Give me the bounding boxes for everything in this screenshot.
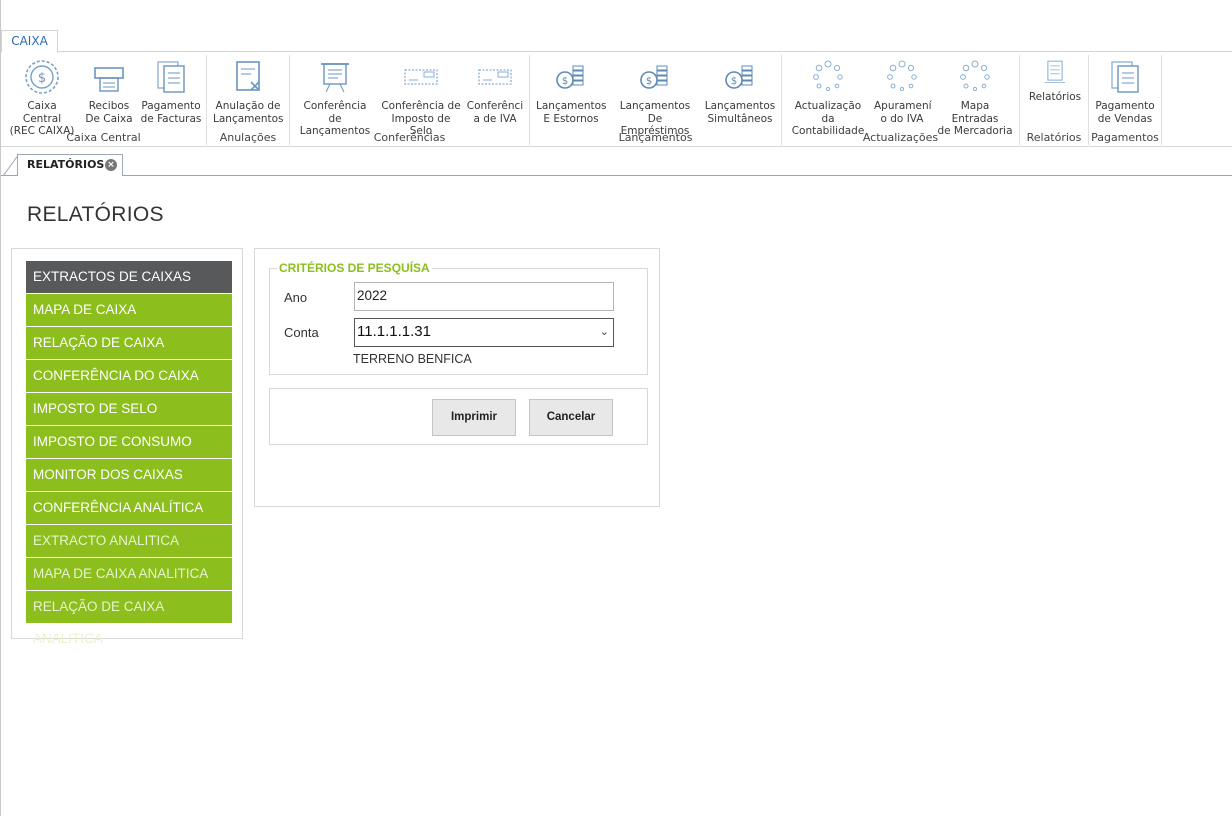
- pagamento-de-facturas-button[interactable]: Pagamento de Facturas: [139, 58, 203, 125]
- menu-item-relacao-de-caixa[interactable]: RELAÇÃO DE CAIXA: [26, 327, 232, 359]
- svg-text:$: $: [562, 76, 568, 87]
- report-document-icon: [1044, 60, 1066, 83]
- conta-label: Conta: [284, 325, 319, 340]
- ribbon-group-actualizacoes: Actualização da Contabilidade Apuramení …: [782, 55, 1020, 145]
- tab-relatorios-label: RELATÓRIOS: [27, 158, 105, 171]
- page-title: RELATÓRIOS: [27, 203, 164, 226]
- group-label-lancamentos: Lançamentos: [618, 131, 693, 144]
- ribbon-group-relatorios: Relatórios Relatórios: [1020, 55, 1089, 145]
- imprimir-button[interactable]: Imprimir: [432, 399, 516, 436]
- group-label-conferencias: Conferências: [373, 131, 446, 144]
- presentation-board-icon: [321, 63, 349, 93]
- group-label-pagamentos: Pagamentos: [1091, 131, 1159, 144]
- conferencia-imposto-de-selo-button[interactable]: Conferência de Imposto de Selo: [380, 58, 462, 138]
- mapa-entradas-de-mercadoria-button[interactable]: Mapa Entradas de Mercadoria: [936, 58, 1014, 138]
- apuramento-do-iva-button[interactable]: Apuramení o do IVA: [874, 58, 932, 125]
- anulacao-de-lancamentos-button[interactable]: Anulação de Lançamentos: [213, 58, 284, 125]
- relatorios-button[interactable]: Relatórios: [1024, 58, 1086, 104]
- menu-item-extracto-analitica[interactable]: EXTRACTO ANALITICA: [26, 525, 232, 557]
- chevron-down-icon: ⌄: [599, 326, 609, 338]
- menu-item-monitor-dos-caixas[interactable]: MONITOR DOS CAIXAS: [26, 459, 232, 491]
- criteria-fieldset: CRITÉRIOS DE PESQUÍSA Ano 2022 Conta 11.…: [269, 261, 648, 375]
- close-icon[interactable]: ×: [105, 159, 117, 171]
- pagamento-de-vendas-button[interactable]: Pagamento de Vendas: [1093, 58, 1157, 125]
- lancamentos-simultaneos-button[interactable]: $ Lançamentos Simultâneos: [704, 58, 776, 125]
- coins-stack-icon: $: [640, 65, 668, 89]
- cancelar-button[interactable]: Cancelar: [529, 399, 613, 436]
- ano-input[interactable]: 2022: [354, 282, 614, 311]
- menu-item-conferencia-analitica[interactable]: CONFERÊNCIA ANALÍTICA: [26, 492, 232, 524]
- tab-relatorios[interactable]: RELATÓRIOS ×: [17, 154, 123, 176]
- search-criteria-panel: CRITÉRIOS DE PESQUÍSA Ano 2022 Conta 11.…: [254, 248, 660, 507]
- document-cancel-icon: [236, 61, 260, 91]
- menu-item-mapa-de-caixa[interactable]: MAPA DE CAIXA: [26, 294, 232, 326]
- invoice-pages-icon: [157, 61, 185, 93]
- menu-item-relacao-de-caixa-analitica[interactable]: RELAÇÃO DE CAIXA ANALITICA: [26, 591, 232, 646]
- app-window: CAIXA $ Caixa Central (REC CAIXA) Recibo…: [0, 0, 1232, 816]
- report-menu-panel: EXTRACTOS DE CAIXAS MAPA DE CAIXA RELAÇÃ…: [11, 248, 243, 646]
- svg-text:$: $: [731, 76, 737, 87]
- coins-stack-icon: $: [556, 65, 584, 89]
- invoice-pages-icon: [1111, 61, 1139, 93]
- document-tab-strip: RELATÓRIOS ×: [1, 148, 1232, 176]
- stamp-icon: [404, 69, 438, 85]
- menu-item-imposto-de-selo[interactable]: IMPOSTO DE SELO: [26, 393, 232, 425]
- conta-select[interactable]: 11.1.1.1.31 ⌄: [354, 318, 614, 347]
- menu-item-imposto-de-consumo[interactable]: IMPOSTO DE CONSUMO: [26, 426, 232, 458]
- ribbon-group-lancamentos: $ Lançamentos E Estornos $ Lançamentos D…: [530, 55, 782, 145]
- stamp-icon: [478, 69, 512, 85]
- receipt-printer-icon: [94, 67, 124, 92]
- lancamentos-de-emprestimos-button[interactable]: $ Lançamentos De Empréstimos: [612, 58, 698, 138]
- coin-dollar-icon: $: [25, 60, 59, 94]
- conferencia-de-lancamentos-button[interactable]: Conferência de Lançamentos: [296, 58, 374, 138]
- group-label-relatorios: Relatórios: [1026, 131, 1082, 144]
- coins-stack-icon: $: [725, 65, 753, 89]
- ribbon-group-conferencias: Conferência de Lançamentos Conferência d…: [290, 55, 530, 145]
- lancamentos-e-estornos-button[interactable]: $ Lançamentos E Estornos: [536, 58, 607, 125]
- recibos-de-caixa-button[interactable]: Recibos De Caixa: [81, 58, 137, 125]
- menu-item-mapa-de-caixa-analitica[interactable]: MAPA DE CAIXA ANALITICA: [26, 558, 232, 590]
- svg-text:$: $: [646, 76, 652, 87]
- group-label-anulacoes: Anulações: [219, 131, 277, 144]
- ribbon-group-caixa-central: $ Caixa Central (REC CAIXA) Recibos De C…: [1, 55, 207, 145]
- ribbon-group-pagamentos: Pagamento de Vendas Pagamentos: [1089, 55, 1162, 145]
- loading-spinner-icon: [887, 60, 917, 92]
- caixa-central-button[interactable]: $ Caixa Central (REC CAIXA): [7, 58, 77, 138]
- menu-item-conferencia-do-caixa[interactable]: CONFERÊNCIA DO CAIXA: [26, 360, 232, 392]
- svg-text:$: $: [38, 71, 46, 86]
- action-button-box: Imprimir Cancelar: [269, 388, 648, 445]
- criteria-legend: CRITÉRIOS DE PESQUÍSA: [277, 261, 432, 275]
- group-label-caixa-central: Caixa Central: [66, 131, 141, 144]
- ribbon: $ Caixa Central (REC CAIXA) Recibos De C…: [1, 53, 1232, 147]
- menu-item-extractos-de-caixas[interactable]: EXTRACTOS DE CAIXAS: [26, 261, 232, 293]
- ribbon-group-anulacoes: Anulação de Lançamentos Anulações: [207, 55, 290, 145]
- conta-description: TERRENO BENFICA: [353, 352, 472, 366]
- conferencia-de-iva-button[interactable]: Conferênci a de IVA: [466, 58, 524, 125]
- conta-select-value: 11.1.1.1.31: [357, 323, 431, 340]
- actualizacao-da-contabilidade-button[interactable]: Actualização da Contabilidade: [788, 58, 868, 138]
- loading-spinner-icon: [960, 60, 990, 92]
- ribbon-tab-strip: CAIXA: [1, 0, 1232, 53]
- ribbon-tab-caixa[interactable]: CAIXA: [1, 30, 58, 53]
- ano-label: Ano: [284, 290, 308, 305]
- loading-spinner-icon: [813, 60, 843, 92]
- group-label-actualizacoes: Actualizações: [862, 131, 939, 144]
